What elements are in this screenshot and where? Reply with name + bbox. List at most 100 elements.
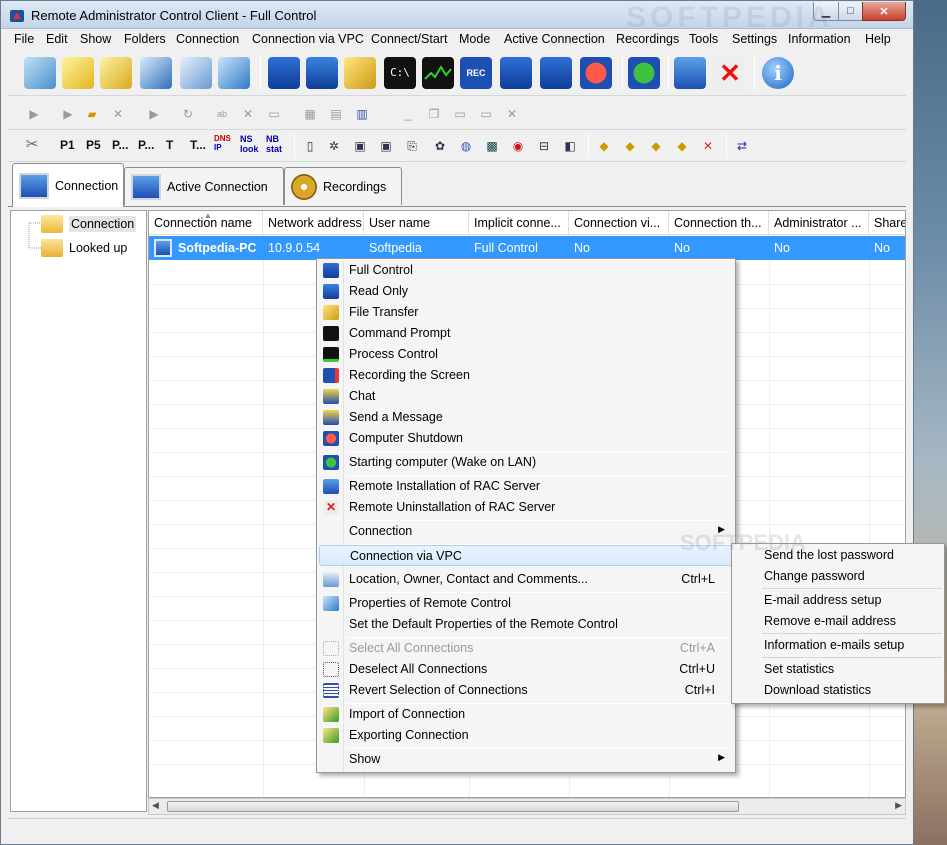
drive-c-icon[interactable]: ◆	[596, 138, 612, 154]
chat-icon[interactable]	[500, 57, 532, 89]
menu-read-only[interactable]: Read Only	[319, 281, 733, 302]
file-transfer-icon[interactable]	[344, 57, 376, 89]
menu-send-a-message[interactable]: Send a Message	[319, 407, 733, 428]
print-icon[interactable]: ▭	[266, 106, 282, 122]
menu-information-emails-setup[interactable]: Information e-mails setup	[764, 638, 904, 652]
tools-icon[interactable]: ✂	[24, 137, 40, 153]
select-all-small-icon[interactable]: ▦	[302, 106, 318, 122]
full-control-icon[interactable]	[268, 57, 300, 89]
p1-button[interactable]: P1	[60, 138, 75, 152]
computer-icon[interactable]: ▣	[352, 138, 368, 154]
menu-set-statistics[interactable]: Set statistics	[764, 662, 834, 676]
play-small-icon[interactable]: ▶	[146, 106, 162, 122]
p-dots-2-button[interactable]: P...	[138, 138, 154, 152]
column-header-connection-via[interactable]: Connection vi...	[569, 211, 669, 235]
menu-email-address-setup[interactable]: E-mail address setup	[764, 593, 881, 607]
terminal-icon[interactable]: ▩	[484, 138, 500, 154]
menu-location-owner-contact[interactable]: Location, Owner, Contact and Comments...…	[319, 569, 733, 590]
column-header-user-name[interactable]: User name	[364, 211, 469, 235]
menu-mode[interactable]: Mode	[459, 32, 490, 46]
swap-icon[interactable]: ⇄	[734, 138, 750, 154]
close-view-icon[interactable]: ✕	[504, 106, 520, 122]
connection-list-icon[interactable]	[24, 57, 56, 89]
shutdown-icon[interactable]	[580, 57, 612, 89]
nb-stat-button[interactable]: NB stat	[266, 134, 282, 154]
cascade-view-icon[interactable]: ▭	[452, 106, 468, 122]
menu-connection-submenu[interactable]: Connection ▶	[319, 521, 733, 542]
menu-full-control[interactable]: Full Control	[319, 260, 733, 281]
horizontal-scrollbar[interactable]: ◀ ▶	[148, 798, 906, 815]
folder-open-icon[interactable]	[62, 57, 94, 89]
phone-icon[interactable]: ▯	[302, 138, 318, 154]
send-message-icon[interactable]	[540, 57, 572, 89]
uninstall-icon[interactable]: ✕	[714, 57, 746, 89]
menu-revert-selection[interactable]: Revert Selection of Connections Ctrl+I	[319, 680, 733, 701]
menu-import-connection[interactable]: Import of Connection	[319, 704, 733, 725]
menu-select-all-connections[interactable]: Select All Connections Ctrl+A	[319, 638, 733, 659]
tile-view-icon[interactable]: ▭	[478, 106, 494, 122]
users-icon[interactable]: ✿	[432, 138, 448, 154]
menu-folders[interactable]: Folders	[124, 32, 166, 46]
settings-icon[interactable]	[218, 57, 250, 89]
menu-connection-via-vpc[interactable]: Connection via VPC	[252, 32, 364, 46]
menu-chat[interactable]: Chat	[319, 386, 733, 407]
menu-change-password[interactable]: Change password	[764, 569, 865, 583]
menu-recordings[interactable]: Recordings	[616, 32, 679, 46]
menu-deselect-all-connections[interactable]: Deselect All Connections Ctrl+U	[319, 659, 733, 680]
tab-recordings[interactable]: Recordings	[284, 167, 402, 205]
search-folder-icon[interactable]	[100, 57, 132, 89]
menu-connect-start[interactable]: Connect/Start	[371, 32, 447, 46]
menu-command-prompt[interactable]: Command Prompt	[319, 323, 733, 344]
scroll-left-icon[interactable]: ◀	[152, 800, 159, 811]
menu-tools[interactable]: Tools	[689, 32, 718, 46]
globe-icon[interactable]: ◍	[458, 138, 474, 154]
close-button[interactable]: ✕	[862, 2, 906, 21]
drive-f-icon[interactable]: ◆	[674, 138, 690, 154]
column-header-connection-through[interactable]: Connection th...	[669, 211, 769, 235]
deselect-small-icon[interactable]: ▤	[328, 106, 344, 122]
t-button[interactable]: T	[166, 138, 173, 152]
column-header-administrator[interactable]: Administrator ...	[769, 211, 869, 235]
tab-connection[interactable]: Connection	[12, 163, 124, 207]
storage-icon[interactable]: ◧	[562, 138, 578, 154]
revert-small-icon[interactable]: ▥	[354, 106, 370, 122]
menu-remote-uninstallation[interactable]: ✕ Remote Uninstallation of RAC Server	[319, 497, 733, 518]
p-dots-button[interactable]: P...	[112, 138, 128, 152]
recording-icon[interactable]: REC	[460, 57, 492, 89]
drive-d-icon[interactable]: ◆	[622, 138, 638, 154]
maximize-button[interactable]: □	[838, 2, 863, 21]
column-header-network-address[interactable]: Network address	[263, 211, 364, 235]
properties-icon[interactable]	[180, 57, 212, 89]
search-computer-icon[interactable]	[140, 57, 172, 89]
tree-item-connection[interactable]: Connection	[41, 214, 137, 234]
pc-link-icon[interactable]: ⎘	[404, 138, 420, 154]
menu-download-statistics[interactable]: Download statistics	[764, 683, 871, 697]
play-icon[interactable]: ▶	[26, 106, 42, 122]
menu-computer-shutdown[interactable]: Computer Shutdown	[319, 428, 733, 449]
refresh-icon[interactable]: ↻	[180, 106, 196, 122]
p5-button[interactable]: P5	[86, 138, 101, 152]
t-dots-button[interactable]: T...	[190, 138, 206, 152]
menu-file[interactable]: File	[14, 32, 34, 46]
command-prompt-icon[interactable]: C:\	[384, 57, 416, 89]
column-header-implicit-connection[interactable]: Implicit conne...	[469, 211, 569, 235]
info-icon[interactable]: i	[762, 57, 794, 89]
read-only-icon[interactable]	[306, 57, 338, 89]
network-icon[interactable]: ✲	[326, 138, 342, 154]
menu-help[interactable]: Help	[865, 32, 891, 46]
tree-item-looked-up[interactable]: Looked up	[41, 238, 127, 258]
menu-active-connection[interactable]: Active Connection	[504, 32, 605, 46]
rename-icon[interactable]: ab	[214, 106, 230, 122]
process-control-icon[interactable]	[422, 57, 454, 89]
menu-process-control[interactable]: Process Control	[319, 344, 733, 365]
open-folder-icon[interactable]: ▰	[84, 106, 100, 122]
menu-show-submenu[interactable]: Show ▶	[319, 749, 733, 770]
menu-set-default-properties[interactable]: Set the Default Properties of the Remote…	[319, 614, 733, 635]
menu-show[interactable]: Show	[80, 32, 111, 46]
scroll-thumb[interactable]	[167, 801, 739, 812]
wake-on-lan-icon[interactable]	[628, 57, 660, 89]
cut-icon[interactable]: ✕	[240, 106, 256, 122]
menu-file-transfer[interactable]: File Transfer	[319, 302, 733, 323]
scroll-right-icon[interactable]: ▶	[895, 800, 902, 811]
menu-recording-the-screen[interactable]: Recording the Screen	[319, 365, 733, 386]
